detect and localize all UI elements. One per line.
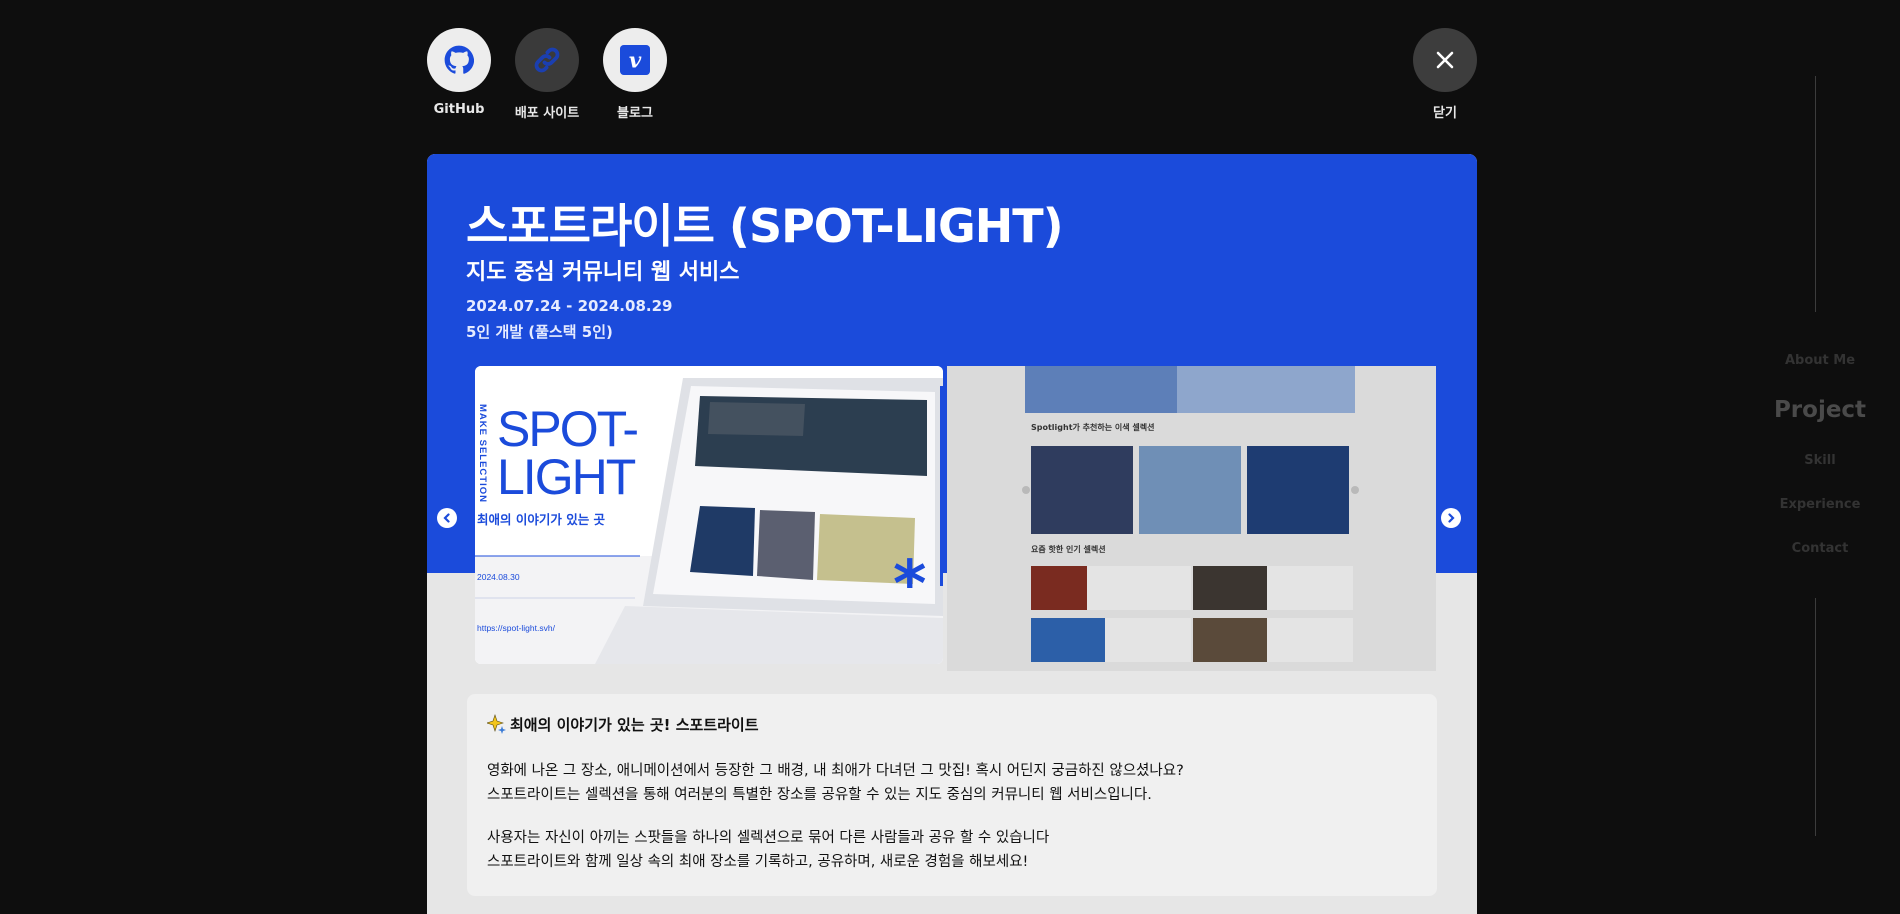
nav-item-contact[interactable]: Contact bbox=[1740, 541, 1900, 556]
modal-toolbar: GitHub 배포 사이트 v 블로그 닫기 bbox=[427, 28, 1477, 124]
svg-text:*: * bbox=[893, 548, 926, 622]
close-icon bbox=[1436, 51, 1454, 69]
svg-text:v: v bbox=[629, 49, 642, 74]
cover-logo-line2: LIGHT bbox=[497, 449, 636, 505]
github-link-button[interactable]: GitHub bbox=[427, 28, 491, 117]
description-heading: 최애의 이야기가 있는 곳! 스포트라이트 bbox=[510, 715, 759, 734]
project-team: 5인 개발 (풀스택 5인) bbox=[466, 323, 613, 341]
nav-item-experience[interactable]: Experience bbox=[1740, 497, 1900, 512]
cover-tagline: 최애의 이야기가 있는 곳 bbox=[477, 512, 606, 527]
github-icon bbox=[444, 45, 474, 74]
blog-label: 블로그 bbox=[617, 106, 653, 121]
description-para1-line1: 영화에 나온 그 장소, 애니메이션에서 등장한 그 배경, 내 최애가 다녀던… bbox=[487, 763, 1184, 779]
carousel-slide-main-page: Spotlight가 추천하는 이색 셀렉션 요즘 핫한 인기 셀렉션 bbox=[947, 366, 1436, 671]
nav-item-project[interactable]: Project bbox=[1740, 397, 1900, 423]
blog-link-button[interactable]: v 블로그 bbox=[603, 28, 667, 121]
side-navigation: About Me Project Skill Experience Contac… bbox=[1740, 0, 1900, 908]
nav-item-skill[interactable]: Skill bbox=[1740, 453, 1900, 468]
nav-divider-top bbox=[1815, 76, 1816, 312]
main-page-image: Spotlight가 추천하는 이색 셀렉션 요즘 핫한 인기 셀렉션 bbox=[947, 366, 1436, 671]
close-label: 닫기 bbox=[1433, 106, 1457, 121]
project-modal: 스포트라이트 (SPOT-LIGHT) 지도 중심 커뮤니티 웹 서비스 202… bbox=[427, 154, 1477, 914]
cover-vertical-text: MAKE SELECTION bbox=[477, 404, 488, 503]
description-para2-line2: 스포트라이트와 함께 일상 속의 최애 장소를 기록하고, 공유하며, 새로운 … bbox=[487, 854, 1029, 870]
nav-divider-bottom bbox=[1815, 598, 1816, 836]
carousel-slide-cover: MAKE SELECTION SPOT- LIGHT 최애의 이야기가 있는 곳… bbox=[475, 366, 943, 664]
chevron-right-icon bbox=[1448, 513, 1455, 523]
cover-date: 2024.08.30 bbox=[477, 572, 520, 582]
project-title: 스포트라이트 (SPOT-LIGHT) bbox=[466, 199, 1064, 253]
velog-icon: v bbox=[620, 45, 650, 75]
link-icon bbox=[534, 47, 560, 73]
project-subtitle: 지도 중심 커뮤니티 웹 서비스 bbox=[466, 260, 740, 285]
carousel-prev-button[interactable] bbox=[437, 508, 457, 528]
nav-item-about-me[interactable]: About Me bbox=[1740, 353, 1900, 368]
chevron-left-icon bbox=[443, 513, 450, 523]
project-period: 2024.07.24 - 2024.08.29 bbox=[466, 297, 673, 315]
sparkle-icon bbox=[487, 714, 506, 734]
description-para2-line1: 사용자는 자신이 아끼는 스팟들을 하나의 셀렉션으로 묶어 다른 사람들과 공… bbox=[487, 830, 1050, 846]
github-label: GitHub bbox=[433, 102, 485, 117]
description-para1-line2: 스포트라이트는 셀렉션을 통해 여러분의 특별한 장소를 공유할 수 있는 지도… bbox=[487, 787, 1152, 803]
main-page-popular-title: 요즘 핫한 인기 셀렉션 bbox=[1031, 544, 1106, 554]
carousel-next-button[interactable] bbox=[1441, 508, 1461, 528]
cover-url: https://spot-light.svh/ bbox=[477, 623, 556, 633]
main-page-section-title: Spotlight가 추천하는 이색 셀렉션 bbox=[1031, 422, 1155, 432]
project-description: 최애의 이야기가 있는 곳! 스포트라이트 영화에 나온 그 장소, 애니메이션… bbox=[467, 694, 1437, 896]
cover-image: MAKE SELECTION SPOT- LIGHT 최애의 이야기가 있는 곳… bbox=[475, 366, 943, 664]
deploy-site-label: 배포 사이트 bbox=[514, 106, 580, 121]
close-button[interactable]: 닫기 bbox=[1413, 28, 1477, 121]
deploy-site-link-button[interactable]: 배포 사이트 bbox=[515, 28, 579, 121]
